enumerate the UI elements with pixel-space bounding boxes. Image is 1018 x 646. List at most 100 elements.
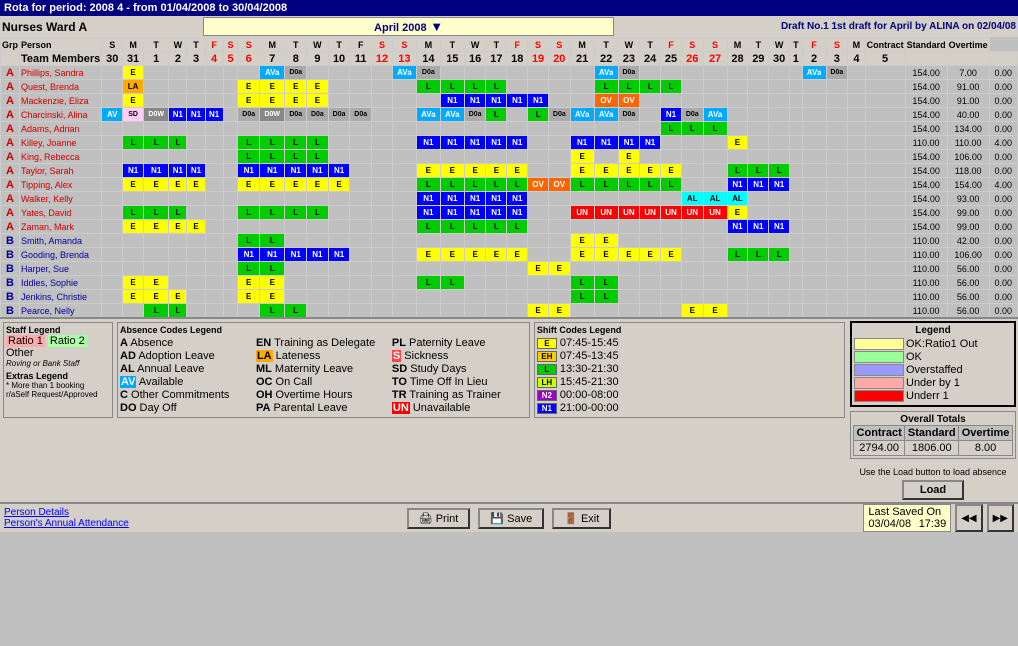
day-cell[interactable]: OV bbox=[528, 178, 549, 192]
day-cell[interactable]: L bbox=[285, 206, 307, 220]
person-name-cell[interactable]: Yates, David bbox=[20, 206, 102, 220]
day-cell[interactable]: E bbox=[507, 248, 528, 262]
day-cell[interactable]: E bbox=[594, 234, 618, 248]
day-cell[interactable]: L bbox=[661, 80, 682, 94]
day-cell[interactable] bbox=[307, 262, 329, 276]
day-cell[interactable] bbox=[727, 276, 748, 290]
day-cell[interactable]: N1 bbox=[769, 178, 790, 192]
day-cell[interactable]: E bbox=[260, 276, 285, 290]
day-cell[interactable] bbox=[703, 66, 727, 80]
day-cell[interactable] bbox=[143, 80, 168, 94]
day-cell[interactable]: E bbox=[328, 178, 350, 192]
grid-area[interactable]: Grp Person S M T W T F S S M T W T F S bbox=[0, 37, 1018, 317]
day-cell[interactable]: E bbox=[486, 164, 507, 178]
day-cell[interactable] bbox=[790, 150, 802, 164]
day-cell[interactable] bbox=[528, 220, 549, 234]
day-cell[interactable] bbox=[372, 122, 393, 136]
day-cell[interactable] bbox=[769, 94, 790, 108]
day-cell[interactable]: L bbox=[238, 206, 260, 220]
day-cell[interactable] bbox=[727, 290, 748, 304]
day-cell[interactable] bbox=[464, 290, 486, 304]
day-cell[interactable]: N1 bbox=[440, 206, 464, 220]
day-cell[interactable] bbox=[681, 248, 703, 262]
day-cell[interactable]: N1 bbox=[748, 220, 769, 234]
day-cell[interactable]: N1 bbox=[727, 220, 748, 234]
day-cell[interactable]: L bbox=[440, 80, 464, 94]
day-cell[interactable]: L bbox=[507, 178, 528, 192]
day-cell[interactable] bbox=[594, 122, 618, 136]
day-cell[interactable] bbox=[143, 66, 168, 80]
day-cell[interactable]: AVa bbox=[416, 108, 440, 122]
day-cell[interactable] bbox=[640, 276, 661, 290]
day-cell[interactable] bbox=[238, 192, 260, 206]
day-cell[interactable]: E bbox=[618, 164, 640, 178]
day-cell[interactable]: AVa bbox=[703, 108, 727, 122]
day-cell[interactable] bbox=[703, 290, 727, 304]
day-cell[interactable] bbox=[350, 220, 372, 234]
day-cell[interactable] bbox=[769, 80, 790, 94]
day-cell[interactable] bbox=[681, 66, 703, 80]
day-cell[interactable] bbox=[727, 262, 748, 276]
day-cell[interactable]: L bbox=[727, 164, 748, 178]
day-cell[interactable] bbox=[328, 192, 350, 206]
day-cell[interactable]: E bbox=[618, 150, 640, 164]
day-cell[interactable]: L bbox=[618, 178, 640, 192]
day-cell[interactable]: L bbox=[570, 276, 594, 290]
person-name-cell[interactable]: Jenkins, Christie bbox=[20, 290, 102, 304]
day-cell[interactable] bbox=[548, 80, 570, 94]
day-cell[interactable] bbox=[102, 94, 123, 108]
day-cell[interactable]: N1 bbox=[307, 164, 329, 178]
day-cell[interactable] bbox=[143, 262, 168, 276]
person-name-cell[interactable]: Mackenzie, Eliza bbox=[20, 94, 102, 108]
day-cell[interactable] bbox=[802, 94, 826, 108]
day-cell[interactable] bbox=[748, 150, 769, 164]
day-cell[interactable]: OV bbox=[548, 178, 570, 192]
day-cell[interactable] bbox=[865, 304, 905, 318]
day-cell[interactable] bbox=[440, 122, 464, 136]
day-cell[interactable] bbox=[748, 122, 769, 136]
day-cell[interactable] bbox=[618, 262, 640, 276]
day-cell[interactable] bbox=[865, 206, 905, 220]
day-cell[interactable]: E bbox=[464, 248, 486, 262]
day-cell[interactable] bbox=[769, 192, 790, 206]
day-cell[interactable] bbox=[703, 150, 727, 164]
day-cell[interactable] bbox=[102, 248, 123, 262]
day-cell[interactable] bbox=[238, 220, 260, 234]
day-cell[interactable] bbox=[328, 66, 350, 80]
day-cell[interactable] bbox=[169, 276, 187, 290]
day-cell[interactable] bbox=[102, 234, 123, 248]
day-cell[interactable]: E bbox=[464, 164, 486, 178]
day-cell[interactable] bbox=[102, 290, 123, 304]
day-cell[interactable] bbox=[440, 304, 464, 318]
day-cell[interactable]: N1 bbox=[507, 206, 528, 220]
day-cell[interactable] bbox=[372, 234, 393, 248]
day-cell[interactable] bbox=[372, 80, 393, 94]
day-cell[interactable] bbox=[848, 234, 865, 248]
day-cell[interactable]: N1 bbox=[769, 220, 790, 234]
day-cell[interactable] bbox=[748, 192, 769, 206]
day-cell[interactable] bbox=[748, 276, 769, 290]
day-cell[interactable] bbox=[703, 234, 727, 248]
day-cell[interactable] bbox=[848, 164, 865, 178]
day-cell[interactable]: L bbox=[594, 178, 618, 192]
day-cell[interactable]: L bbox=[307, 206, 329, 220]
day-cell[interactable] bbox=[703, 178, 727, 192]
day-cell[interactable] bbox=[865, 150, 905, 164]
day-cell[interactable]: D0a bbox=[285, 108, 307, 122]
day-cell[interactable] bbox=[102, 136, 123, 150]
day-cell[interactable] bbox=[416, 234, 440, 248]
day-cell[interactable]: L bbox=[416, 178, 440, 192]
day-cell[interactable] bbox=[570, 80, 594, 94]
day-cell[interactable]: E bbox=[570, 164, 594, 178]
day-cell[interactable]: E bbox=[548, 304, 570, 318]
day-cell[interactable] bbox=[392, 234, 416, 248]
day-cell[interactable] bbox=[865, 122, 905, 136]
day-cell[interactable] bbox=[205, 94, 223, 108]
day-cell[interactable] bbox=[507, 108, 528, 122]
day-cell[interactable]: D0a bbox=[238, 108, 260, 122]
day-cell[interactable] bbox=[328, 80, 350, 94]
day-cell[interactable] bbox=[848, 304, 865, 318]
day-cell[interactable] bbox=[570, 122, 594, 136]
day-cell[interactable] bbox=[223, 108, 238, 122]
day-cell[interactable]: UN bbox=[594, 206, 618, 220]
